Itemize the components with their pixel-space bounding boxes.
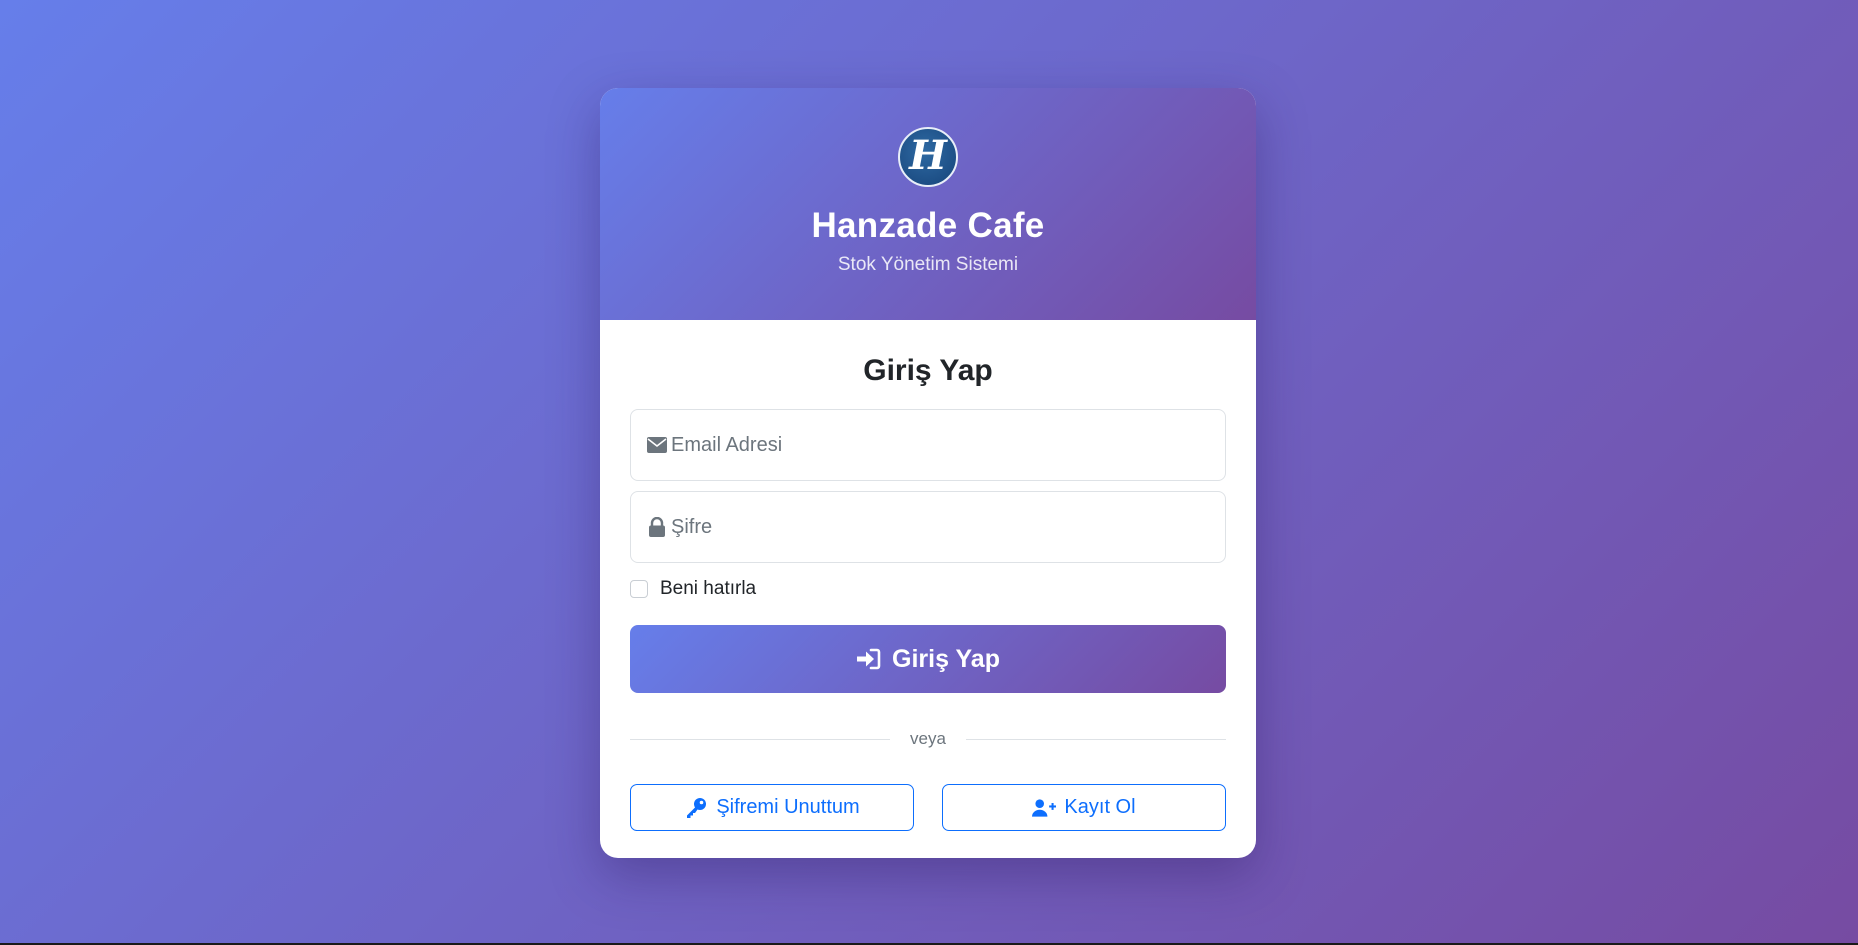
divider: veya: [630, 727, 1227, 751]
key-icon: [684, 796, 708, 820]
login-card: H Hanzade Cafe Stok Yönetim Sistemi Giri…: [600, 88, 1256, 858]
user-plus-icon: [1032, 796, 1057, 820]
divider-text: veya: [910, 729, 946, 748]
email-input-group: [630, 409, 1226, 481]
form-title: Giriş Yap: [863, 354, 993, 387]
forgot-password-button[interactable]: Şifremi Unuttum: [630, 784, 914, 831]
register-button[interactable]: Kayıt Ol: [942, 784, 1226, 831]
email-input[interactable]: [671, 410, 1225, 480]
logo-letter: H: [909, 132, 947, 179]
remember-me-label[interactable]: Beni hatırla: [660, 578, 756, 600]
login-button-label: Giriş Yap: [892, 644, 1000, 673]
password-input[interactable]: [671, 492, 1225, 562]
card-body: Giriş Yap Beni hatırla: [600, 353, 1256, 831]
envelope-icon: [646, 434, 668, 456]
login-button[interactable]: Giriş Yap: [630, 625, 1226, 693]
divider-line-left: [630, 738, 891, 740]
card-header: H Hanzade Cafe Stok Yönetim Sistemi: [600, 88, 1256, 320]
lock-icon: [646, 516, 668, 538]
remember-me-row: Beni hatırla: [630, 577, 1226, 601]
remember-me-checkbox[interactable]: [630, 580, 648, 598]
forgot-password-label: Şifremi Unuttum: [716, 796, 860, 818]
sign-in-icon: [856, 646, 882, 672]
password-input-group: [630, 491, 1226, 563]
brand-logo: H: [898, 127, 958, 187]
brand-title: Hanzade Cafe: [811, 206, 1045, 245]
brand-subtitle: Stok Yönetim Sistemi: [837, 254, 1019, 275]
register-label: Kayıt Ol: [1064, 796, 1136, 818]
secondary-actions: Şifremi Unuttum Kayıt Ol: [630, 784, 1226, 831]
divider-line-right: [965, 738, 1227, 740]
